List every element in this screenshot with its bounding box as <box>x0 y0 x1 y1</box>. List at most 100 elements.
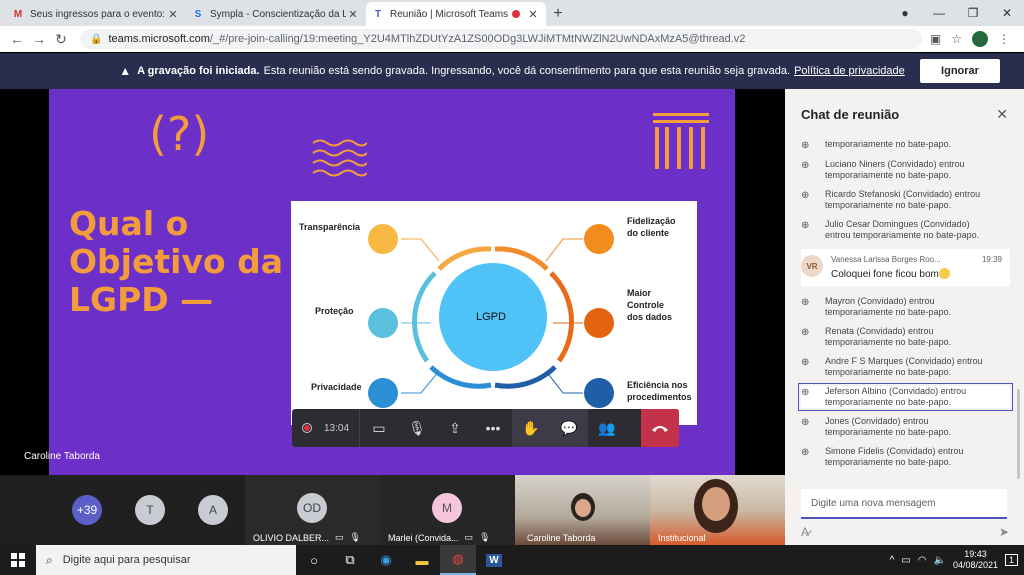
cortana-icon[interactable]: ○ <box>296 545 332 575</box>
meeting-chat-panel: Chat de reunião ✕ ⊕ temporariamente no ba… <box>785 89 1024 545</box>
file-explorer-icon[interactable]: ▬ <box>404 545 440 575</box>
url-field[interactable]: 🔒 teams.microsoft.com/_#/pre-join-callin… <box>80 29 922 49</box>
label-line: dos dados <box>627 312 673 322</box>
browser-tab[interactable]: M Seus ingressos para o evento: Co ✕ <box>6 2 186 26</box>
participant-avatar[interactable]: A <box>198 495 228 525</box>
close-tab-button[interactable]: ✕ <box>166 8 180 21</box>
participant-video-tile[interactable]: Caroline Taborda <box>515 475 650 545</box>
reload-button[interactable]: ↻ <box>50 31 72 48</box>
chat-system-message[interactable]: ⊕ Jones (Convidado) entrou temporariamente… <box>801 416 1010 438</box>
raise-hand-button[interactable]: ✋ <box>512 409 551 447</box>
label-line: Fidelização <box>627 216 676 226</box>
privacy-policy-link[interactable]: Política de privacidade <box>794 65 905 77</box>
network-card-icon[interactable]: ▭ <box>901 555 910 566</box>
message-text: Coloquei fone ficou bom <box>831 269 939 280</box>
participant-avatar: OD <box>297 493 327 523</box>
task-view-icon[interactable]: ⧉ <box>332 545 368 575</box>
participant-name: Caroline Taborda <box>527 533 596 543</box>
chat-system-message[interactable]: ⊕ Luciano Niners (Convidado) entrou tempor… <box>801 159 1010 181</box>
chat-messages[interactable]: ⊕ temporariamente no bate-papo. ⊕ Luciano N… <box>785 139 1024 484</box>
notifications-icon[interactable]: 1 <box>1004 554 1018 566</box>
restore-button[interactable]: ❐ <box>956 6 990 20</box>
volume-icon[interactable]: 🔈 <box>933 555 945 566</box>
send-icon[interactable]: ➤ <box>999 525 1009 539</box>
format-icon[interactable]: A̷ <box>801 525 809 539</box>
chat-system-message[interactable]: ⊕ Jeferson Albino (Convidado) entrou tempo… <box>798 383 1013 411</box>
chat-system-message[interactable]: ⊕ Simone Fidelis (Convidado) entrou tempor… <box>801 446 1010 468</box>
tray-chevron-icon[interactable]: ^ <box>890 555 895 566</box>
chat-system-message[interactable]: ⊕ Mayron (Convidado) entrou temporariament… <box>801 296 1010 318</box>
browser-tab-bar: M Seus ingressos para o evento: Co ✕ S Sympl… <box>0 0 1024 26</box>
participant-group-tile: +39 T A <box>0 475 245 545</box>
close-chat-button[interactable]: ✕ <box>996 106 1008 123</box>
system-tray: ^ ▭ ◠ 🔈 19:43 04/08/2021 1 <box>890 549 1024 571</box>
participants-button[interactable]: 👥 <box>588 409 626 447</box>
chat-system-line: Simone Fidelis (Convidado) entrou <box>825 446 964 456</box>
share-screen-button[interactable]: ⇪ <box>436 409 474 447</box>
browser-tab[interactable]: T Reunião | Microsoft Teams ✕ <box>366 2 546 26</box>
screen-icon: ▭ <box>335 532 344 542</box>
chat-system-message[interactable]: ⊕ Ricardo Stefanoski (Convidado) entrou te… <box>801 189 1010 211</box>
forward-button[interactable]: → <box>28 31 50 47</box>
participant-avatar[interactable]: T <box>135 495 165 525</box>
chat-message[interactable]: VR Vanessa Larissa Borges Roo... 19:39 Colo… <box>801 249 1010 286</box>
close-tab-button[interactable]: ✕ <box>346 8 360 21</box>
join-chat-icon: ⊕ <box>801 220 810 231</box>
participant-name: Marlei (Convida... ▭ 🎙 <box>388 532 490 543</box>
profile-circle-icon[interactable]: ● <box>888 6 922 20</box>
url-path: /_#/pre-join-calling/19:meeting_Y2U4MTlh… <box>209 33 746 45</box>
menu-icon[interactable]: ⋮ <box>998 32 1010 46</box>
label-line: do cliente <box>627 228 670 238</box>
chat-system-message[interactable]: ⊕ Renata (Convidado) entrou temporariament… <box>801 326 1010 348</box>
chat-system-message[interactable]: ⊕ temporariamente no bate-papo. <box>801 139 1010 151</box>
chat-system-line: temporariamente no bate-papo. <box>825 139 952 149</box>
participant-video-tile[interactable]: Institucional <box>650 475 785 545</box>
more-participants-badge[interactable]: +39 <box>72 495 102 525</box>
camera-off-button[interactable]: ▭ <box>360 409 398 447</box>
url-host: teams.microsoft.com <box>108 33 210 45</box>
minimize-button[interactable]: — <box>922 6 956 20</box>
ignore-button[interactable]: Ignorar <box>920 59 1000 83</box>
new-tab-button[interactable]: + <box>546 2 570 26</box>
presenter-name: Caroline Taborda <box>24 451 100 462</box>
chrome-icon[interactable]: ◍ <box>440 545 476 575</box>
close-window-button[interactable]: ✕ <box>990 6 1024 20</box>
windows-taskbar: ⌕ Digite aqui para pesquisar ○ ⧉ ◉ ▬ ◍ W… <box>0 545 1024 575</box>
clock[interactable]: 19:43 04/08/2021 <box>953 549 998 571</box>
participant-tile[interactable]: M Marlei (Convida... ▭ 🎙 <box>380 475 515 545</box>
message-body: Coloquei fone ficou bom <box>831 268 1002 280</box>
mic-off-button[interactable]: 🎙 <box>398 409 436 447</box>
edge-icon[interactable]: ◉ <box>368 545 404 575</box>
timer-text: 13:04 <box>324 422 350 434</box>
participant-tile[interactable]: OD OLIVIO DALBER... ▭ 🎙 <box>245 475 380 545</box>
camera-icon[interactable]: ▣ <box>930 32 941 46</box>
chat-system-line: Renata (Convidado) entrou <box>825 326 934 336</box>
diagram-center-label: LGPD <box>476 311 506 323</box>
star-icon[interactable]: ☆ <box>951 32 962 46</box>
chat-system-text: Simone Fidelis (Convidado) entrou tempora… <box>825 446 964 468</box>
chat-system-line: temporariamente no bate-papo. <box>825 337 952 347</box>
hang-up-button[interactable] <box>641 409 679 447</box>
start-button[interactable] <box>0 545 36 575</box>
chat-system-text: Jones (Convidado) entrou temporariamente … <box>825 416 951 438</box>
chat-system-line: entrou temporariamente no bate-papo. <box>825 230 980 240</box>
chat-scrollbar[interactable] <box>1017 389 1020 479</box>
compose-message-input[interactable]: Digite uma nova mensagem <box>801 489 1007 519</box>
word-icon[interactable]: W <box>476 545 512 575</box>
chat-system-message[interactable]: ⊕ Julio Cesar Domingues (Convidado) entrou… <box>801 219 1010 241</box>
chat-button[interactable]: 💬 <box>550 409 589 447</box>
close-tab-button[interactable]: ✕ <box>526 8 540 21</box>
back-button[interactable]: ← <box>6 31 28 47</box>
more-actions-button[interactable]: ••• <box>474 409 512 447</box>
profile-avatar[interactable]: L <box>972 31 988 47</box>
wifi-icon[interactable]: ◠ <box>918 555 927 566</box>
screen-icon: ▭ <box>464 532 474 542</box>
chat-system-text: Mayron (Convidado) entrou temporariamente… <box>825 296 951 318</box>
teams-icon: T <box>374 8 382 20</box>
chat-system-line: Ricardo Stefanoski (Convidado) entrou <box>825 189 981 199</box>
browser-tab[interactable]: S Sympla - Conscientização da LGP✕ <box>186 2 366 26</box>
chat-system-line: temporariamente no bate-papo. <box>825 200 952 210</box>
chat-system-message[interactable]: ⊕ Andre F S Marques (Convidado) entrou tem… <box>801 356 1010 378</box>
question-mark-graphic: (?) <box>149 107 210 161</box>
taskbar-search[interactable]: ⌕ Digite aqui para pesquisar <box>36 545 296 575</box>
